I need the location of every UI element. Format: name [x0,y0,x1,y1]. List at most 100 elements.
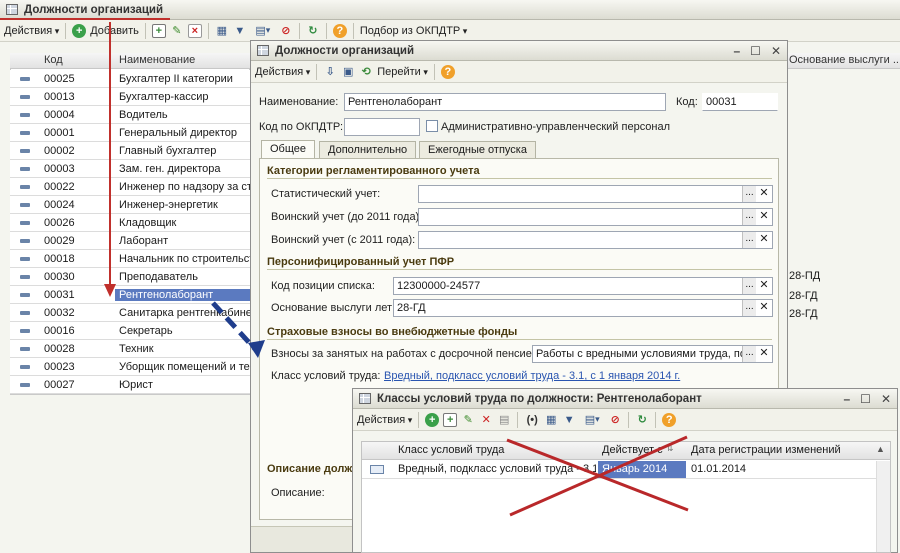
maximize-icon[interactable]: ☐ [860,392,871,406]
filter-settings-icon[interactable]: ▼ [233,24,247,38]
table-row[interactable]: 00027 Юрист [10,376,250,394]
table-row[interactable]: 00026 Кладовщик [10,214,250,232]
copy-icon[interactable]: + [443,412,458,427]
stat-field[interactable]: ... ✕ [418,185,773,203]
military-before-clear-icon[interactable]: ✕ [758,209,770,225]
row-marker [10,274,40,279]
list-position-clear-icon[interactable]: ✕ [758,278,770,294]
filter-history-icon[interactable]: ▤ [580,413,604,427]
clear-filter-icon[interactable]: ⊘ [608,413,622,427]
actions-menu[interactable]: Действия [4,25,59,37]
column-code[interactable]: Код [44,54,63,66]
okpdtr-button[interactable]: Подбор из ОКПДТР [360,25,467,37]
code-field[interactable]: 00031 [702,93,778,111]
classes-row[interactable]: Вредный, подкласс условий труда - 3.1 Ян… [362,461,876,479]
close-icon[interactable]: ✕ [881,392,891,406]
save-icon[interactable]: ▣ [341,65,355,79]
table-row[interactable]: 00004 Водитель [10,106,250,124]
delete-icon[interactable]: ✕ [479,413,493,427]
list-icon [359,393,371,404]
table-row[interactable]: 00029 Лаборант [10,232,250,250]
work-class-link[interactable]: Вредный, подкласс условий труда - 3.1, с… [384,370,680,382]
table-row[interactable]: 00023 Уборщик помещений и тер [10,358,250,376]
early-pension-field[interactable]: Работы с вредными условиями труда, подг … [532,345,773,363]
row-marker [10,328,40,333]
column-valid-from[interactable]: Действует с [602,444,663,456]
add-button[interactable]: Добавить [90,25,139,37]
tab-vacations[interactable]: Ежегодные отпуска [419,141,536,159]
maximize-icon[interactable]: ☐ [750,44,761,58]
form-titlebar: Должности организаций – ☐ ✕ [251,41,787,61]
code-cell: 00022 [44,180,75,193]
tab-general[interactable]: Общее [261,140,316,159]
classes-actions-menu[interactable]: Действия [357,414,412,426]
table-row[interactable]: 00025 Бухгалтер II категории [10,70,250,88]
close-icon[interactable]: ✕ [771,44,781,58]
minimize-icon[interactable]: – [843,392,850,406]
name-cell: Санитарка рентгенкабинет [119,306,250,319]
minimize-icon[interactable]: – [733,44,740,58]
stat-select-icon[interactable]: ... [742,186,756,202]
filter-settings-icon[interactable]: ▼ [562,413,576,427]
clear-filter-icon[interactable]: ⊘ [279,24,293,38]
early-pension-select-icon[interactable]: ... [742,346,756,362]
code-cell: 00025 [44,72,75,85]
military-before-field[interactable]: ... ✕ [418,208,773,226]
name-field[interactable]: Рентгенолаборант [344,93,666,111]
table-row[interactable]: 00024 Инженер-энергетик [10,196,250,214]
military-before-select-icon[interactable]: ... [742,209,756,225]
column-name[interactable]: Наименование [119,54,195,66]
filter-icon[interactable]: ▦ [215,24,229,38]
stat-clear-icon[interactable]: ✕ [758,186,770,202]
add-icon[interactable]: + [72,23,87,38]
filter-history-icon[interactable]: ▤ [251,24,275,38]
help-icon[interactable]: ? [332,23,347,38]
form-actions-menu[interactable]: Действия [255,66,310,78]
refresh-icon[interactable]: ↻ [306,24,320,38]
seniority-field[interactable]: 28-ГД ... ✕ [393,299,773,317]
delete-icon[interactable]: × [187,23,202,38]
goto-menu[interactable]: Перейти [377,66,428,78]
table-row[interactable]: 00030 Преподаватель [10,268,250,286]
table-row[interactable]: 00028 Техник [10,340,250,358]
post-icon[interactable]: ▤ [497,413,511,427]
admin-staff-checkbox[interactable] [426,120,438,132]
vertical-scrollbar[interactable] [876,461,890,552]
military-after-field[interactable]: ... ✕ [418,231,773,249]
list-position-select-icon[interactable]: ... [742,278,756,294]
seniority-clear-icon[interactable]: ✕ [758,300,770,316]
table-row[interactable]: 00032 Санитарка рентгенкабинет [10,304,250,322]
table-row[interactable]: 00031 Рентгенолаборант [10,286,250,304]
table-row[interactable]: 00016 Секретарь [10,322,250,340]
column-registered[interactable]: Дата регистрации изменений [691,444,841,456]
save-close-icon[interactable]: ⇩ [323,65,337,79]
military-after-clear-icon[interactable]: ✕ [758,232,770,248]
table-row[interactable]: 00013 Бухгалтер-кассир [10,88,250,106]
table-row[interactable]: 00018 Начальник по строительст [10,250,250,268]
table-row[interactable]: 00003 Зам. ген. директора [10,160,250,178]
okpdtr-field[interactable] [344,118,420,136]
list-position-field[interactable]: 12300000-24577 ... ✕ [393,277,773,295]
edit-icon[interactable]: ✎ [170,24,184,38]
period-icon[interactable]: (•) [524,413,540,427]
tab-additional[interactable]: Дополнительно [319,141,417,159]
seniority-select-icon[interactable]: ... [742,300,756,316]
help-icon[interactable]: ? [662,412,677,427]
military-after-select-icon[interactable]: ... [742,232,756,248]
help-icon[interactable]: ? [440,64,455,79]
column-basis[interactable]: Основание выслуги ... [789,54,900,66]
early-pension-clear-icon[interactable]: ✕ [758,346,770,362]
form-title: Должности организаций [275,44,415,57]
code-cell: 00030 [44,270,75,283]
add-icon[interactable]: + [425,412,440,427]
scroll-up-icon[interactable]: ▲ [876,444,885,454]
table-row[interactable]: 00022 Инженер по надзору за строит [10,178,250,196]
edit-icon[interactable]: ✎ [461,413,475,427]
reread-icon[interactable]: ⟲ [359,65,373,79]
refresh-icon[interactable]: ↻ [635,413,649,427]
filter-icon[interactable]: ▦ [544,413,558,427]
table-row[interactable]: 00002 Главный бухгалтер [10,142,250,160]
column-class[interactable]: Класс условий труда [398,444,504,456]
copy-icon[interactable]: + [151,23,166,38]
table-row[interactable]: 00001 Генеральный директор [10,124,250,142]
